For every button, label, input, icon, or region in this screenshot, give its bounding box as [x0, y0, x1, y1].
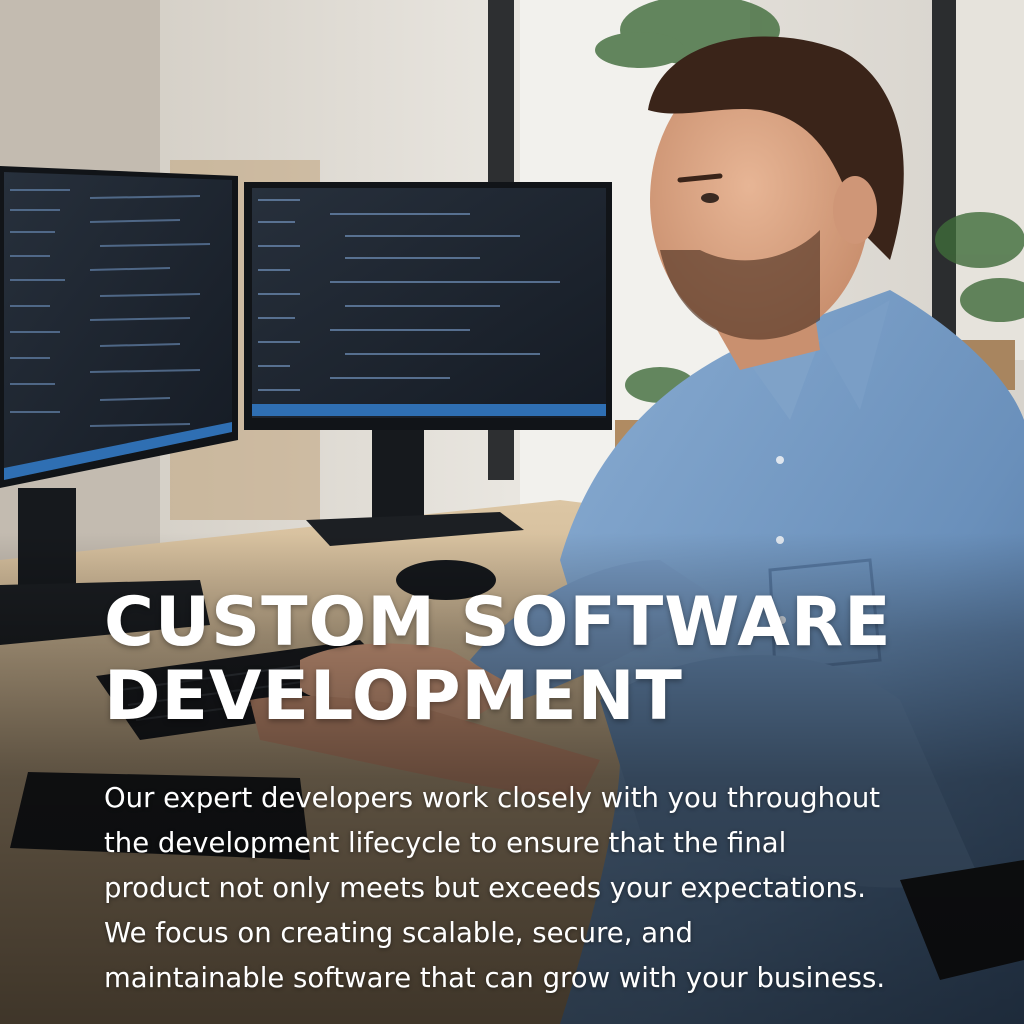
description-line: We focus on creating scalable, secure, a… [104, 917, 693, 949]
headline-line-2: DEVELOPMENT [104, 657, 683, 736]
description-line: the development lifecycle to ensure that… [104, 827, 787, 859]
description-line: product not only meets but exceeds your … [104, 872, 866, 904]
headline: CUSTOM SOFTWARE DEVELOPMENT [104, 586, 1004, 734]
description-line: maintainable software that can grow with… [104, 962, 886, 994]
description-line: Our expert developers work closely with … [104, 782, 881, 814]
description: Our expert developers work closely with … [104, 776, 1004, 1001]
hero-banner: CUSTOM SOFTWARE DEVELOPMENT Our expert d… [0, 0, 1024, 1024]
headline-line-1: CUSTOM SOFTWARE [104, 583, 892, 662]
